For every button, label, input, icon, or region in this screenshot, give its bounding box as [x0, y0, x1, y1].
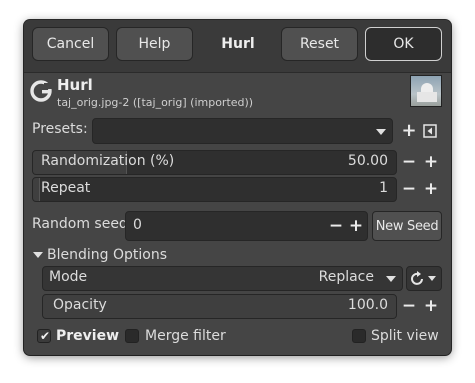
hurl-dialog: Cancel Help Hurl Reset OK Hurl taj_orig.… — [24, 20, 451, 355]
merge-filter-label: Merge filter — [145, 328, 226, 344]
mode-value: Replace — [318, 269, 374, 285]
randomization-value: 50.00 — [347, 153, 388, 169]
repeat-fill — [33, 178, 40, 201]
repeat-spinscale[interactable]: Repeat 1 — [32, 177, 397, 202]
preview-checkbox[interactable]: ✔ — [37, 329, 51, 343]
merge-filter-checkbox[interactable] — [125, 329, 139, 343]
plugin-title: Hurl — [57, 76, 93, 94]
gimp-logo-icon — [30, 80, 52, 102]
chevron-down-icon — [386, 276, 396, 282]
repeat-plus-button[interactable]: + — [422, 179, 440, 199]
presets-label: Presets: — [32, 121, 88, 137]
composite-mode-combo[interactable] — [406, 266, 442, 291]
repeat-label: Repeat — [41, 180, 91, 196]
blending-options-expander[interactable]: Blending Options — [47, 247, 167, 263]
randomization-minus-button[interactable]: − — [400, 152, 418, 172]
header-bar: Cancel Help Hurl Reset OK — [24, 20, 451, 73]
plus-icon[interactable]: + — [399, 121, 419, 141]
chevron-down-icon — [428, 276, 436, 281]
repeat-value: 1 — [379, 180, 388, 196]
mode-combo[interactable]: Mode Replace — [42, 266, 403, 291]
opacity-spinscale[interactable]: Opacity 100.0 — [42, 294, 397, 319]
chevron-down-icon — [376, 129, 386, 135]
opacity-label: Opacity — [53, 297, 107, 313]
randomization-spinscale[interactable]: Randomization (%) 50.00 — [32, 150, 397, 175]
random-seed-label: Random seed — [32, 216, 128, 232]
presets-combo[interactable] — [92, 118, 393, 144]
checkmark-icon: ✔ — [40, 329, 51, 343]
reset-button[interactable]: Reset — [281, 27, 358, 61]
repeat-minus-button[interactable]: − — [400, 179, 418, 199]
opacity-minus-button[interactable]: − — [400, 296, 418, 316]
split-view-label: Split view — [371, 328, 439, 344]
help-button[interactable]: Help — [116, 27, 193, 61]
dialog-title: Hurl — [221, 36, 255, 52]
opacity-value: 100.0 — [347, 297, 388, 313]
split-view-checkbox[interactable] — [352, 329, 366, 343]
image-thumbnail — [410, 75, 442, 107]
mode-label: Mode — [49, 269, 88, 285]
image-info: taj_orig.jpg-2 ([taj_orig] (imported)) — [57, 96, 254, 109]
preview-label: Preview — [56, 328, 120, 344]
random-seed-minus-button[interactable]: − — [327, 216, 345, 236]
random-seed-plus-button[interactable]: + — [347, 216, 365, 236]
cancel-button[interactable]: Cancel — [32, 27, 109, 61]
randomization-plus-button[interactable]: + — [422, 152, 440, 172]
randomization-label: Randomization (%) — [41, 153, 175, 169]
random-seed-value: 0 — [133, 217, 142, 233]
ok-button[interactable]: OK — [365, 27, 442, 61]
opacity-plus-button[interactable]: + — [422, 296, 440, 316]
composite-reset-icon — [411, 271, 423, 285]
menu-arrow-icon[interactable] — [423, 124, 437, 138]
expander-arrow-icon[interactable] — [33, 252, 43, 258]
new-seed-button[interactable]: New Seed — [372, 211, 442, 241]
